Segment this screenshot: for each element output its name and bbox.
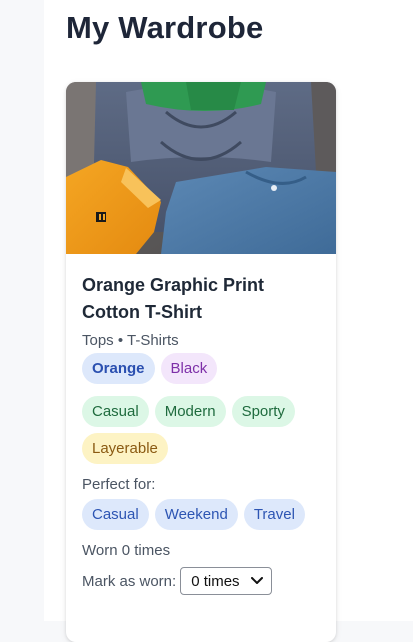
wardrobe-page: My Wardrobe Orange Graphic Print Cotton … <box>44 0 413 642</box>
mark-as-worn-row: Mark as worn: 0 times <box>82 567 320 595</box>
card-body: Orange Graphic Print Cotton T-Shirt Tops… <box>66 254 336 595</box>
clothing-item-card[interactable]: Orange Graphic Print Cotton T-Shirt Tops… <box>66 82 336 642</box>
worn-count: Worn 0 times <box>82 542 171 559</box>
style-tag-sporty: Sporty <box>231 396 295 427</box>
occasion-tag-travel: Travel <box>243 499 305 530</box>
chevron-down-icon <box>251 577 264 584</box>
item-photo <box>66 82 336 254</box>
page-title: My Wardrobe <box>66 10 264 45</box>
style-tag-layerable: Layerable <box>82 433 168 464</box>
occasion-tag-weekend: Weekend <box>154 499 238 530</box>
occasion-tag-casual: Casual <box>82 499 149 530</box>
style-tag-casual: Casual <box>82 396 149 427</box>
color-tags: Orange Black <box>82 353 320 384</box>
item-name-line-1: Orange Graphic Print <box>82 275 265 295</box>
style-tags: Casual Modern Sporty Layerable <box>82 396 320 464</box>
mark-as-worn-value: 0 times <box>191 572 240 590</box>
color-tag-orange: Orange <box>82 353 155 384</box>
color-tag-black: Black <box>160 353 218 384</box>
occasion-tags: Casual Weekend Travel <box>82 499 320 530</box>
mark-as-worn-label: Mark as worn: <box>82 572 177 590</box>
style-tag-modern: Modern <box>154 396 226 427</box>
item-category: Tops • T-Shirts <box>82 332 179 349</box>
mark-as-worn-select[interactable]: 0 times <box>180 567 273 595</box>
item-name: Orange Graphic Print Cotton T-Shirt <box>82 272 320 326</box>
perfect-for-label: Perfect for: <box>82 476 156 493</box>
item-name-line-2: Cotton T-Shirt <box>82 302 202 322</box>
